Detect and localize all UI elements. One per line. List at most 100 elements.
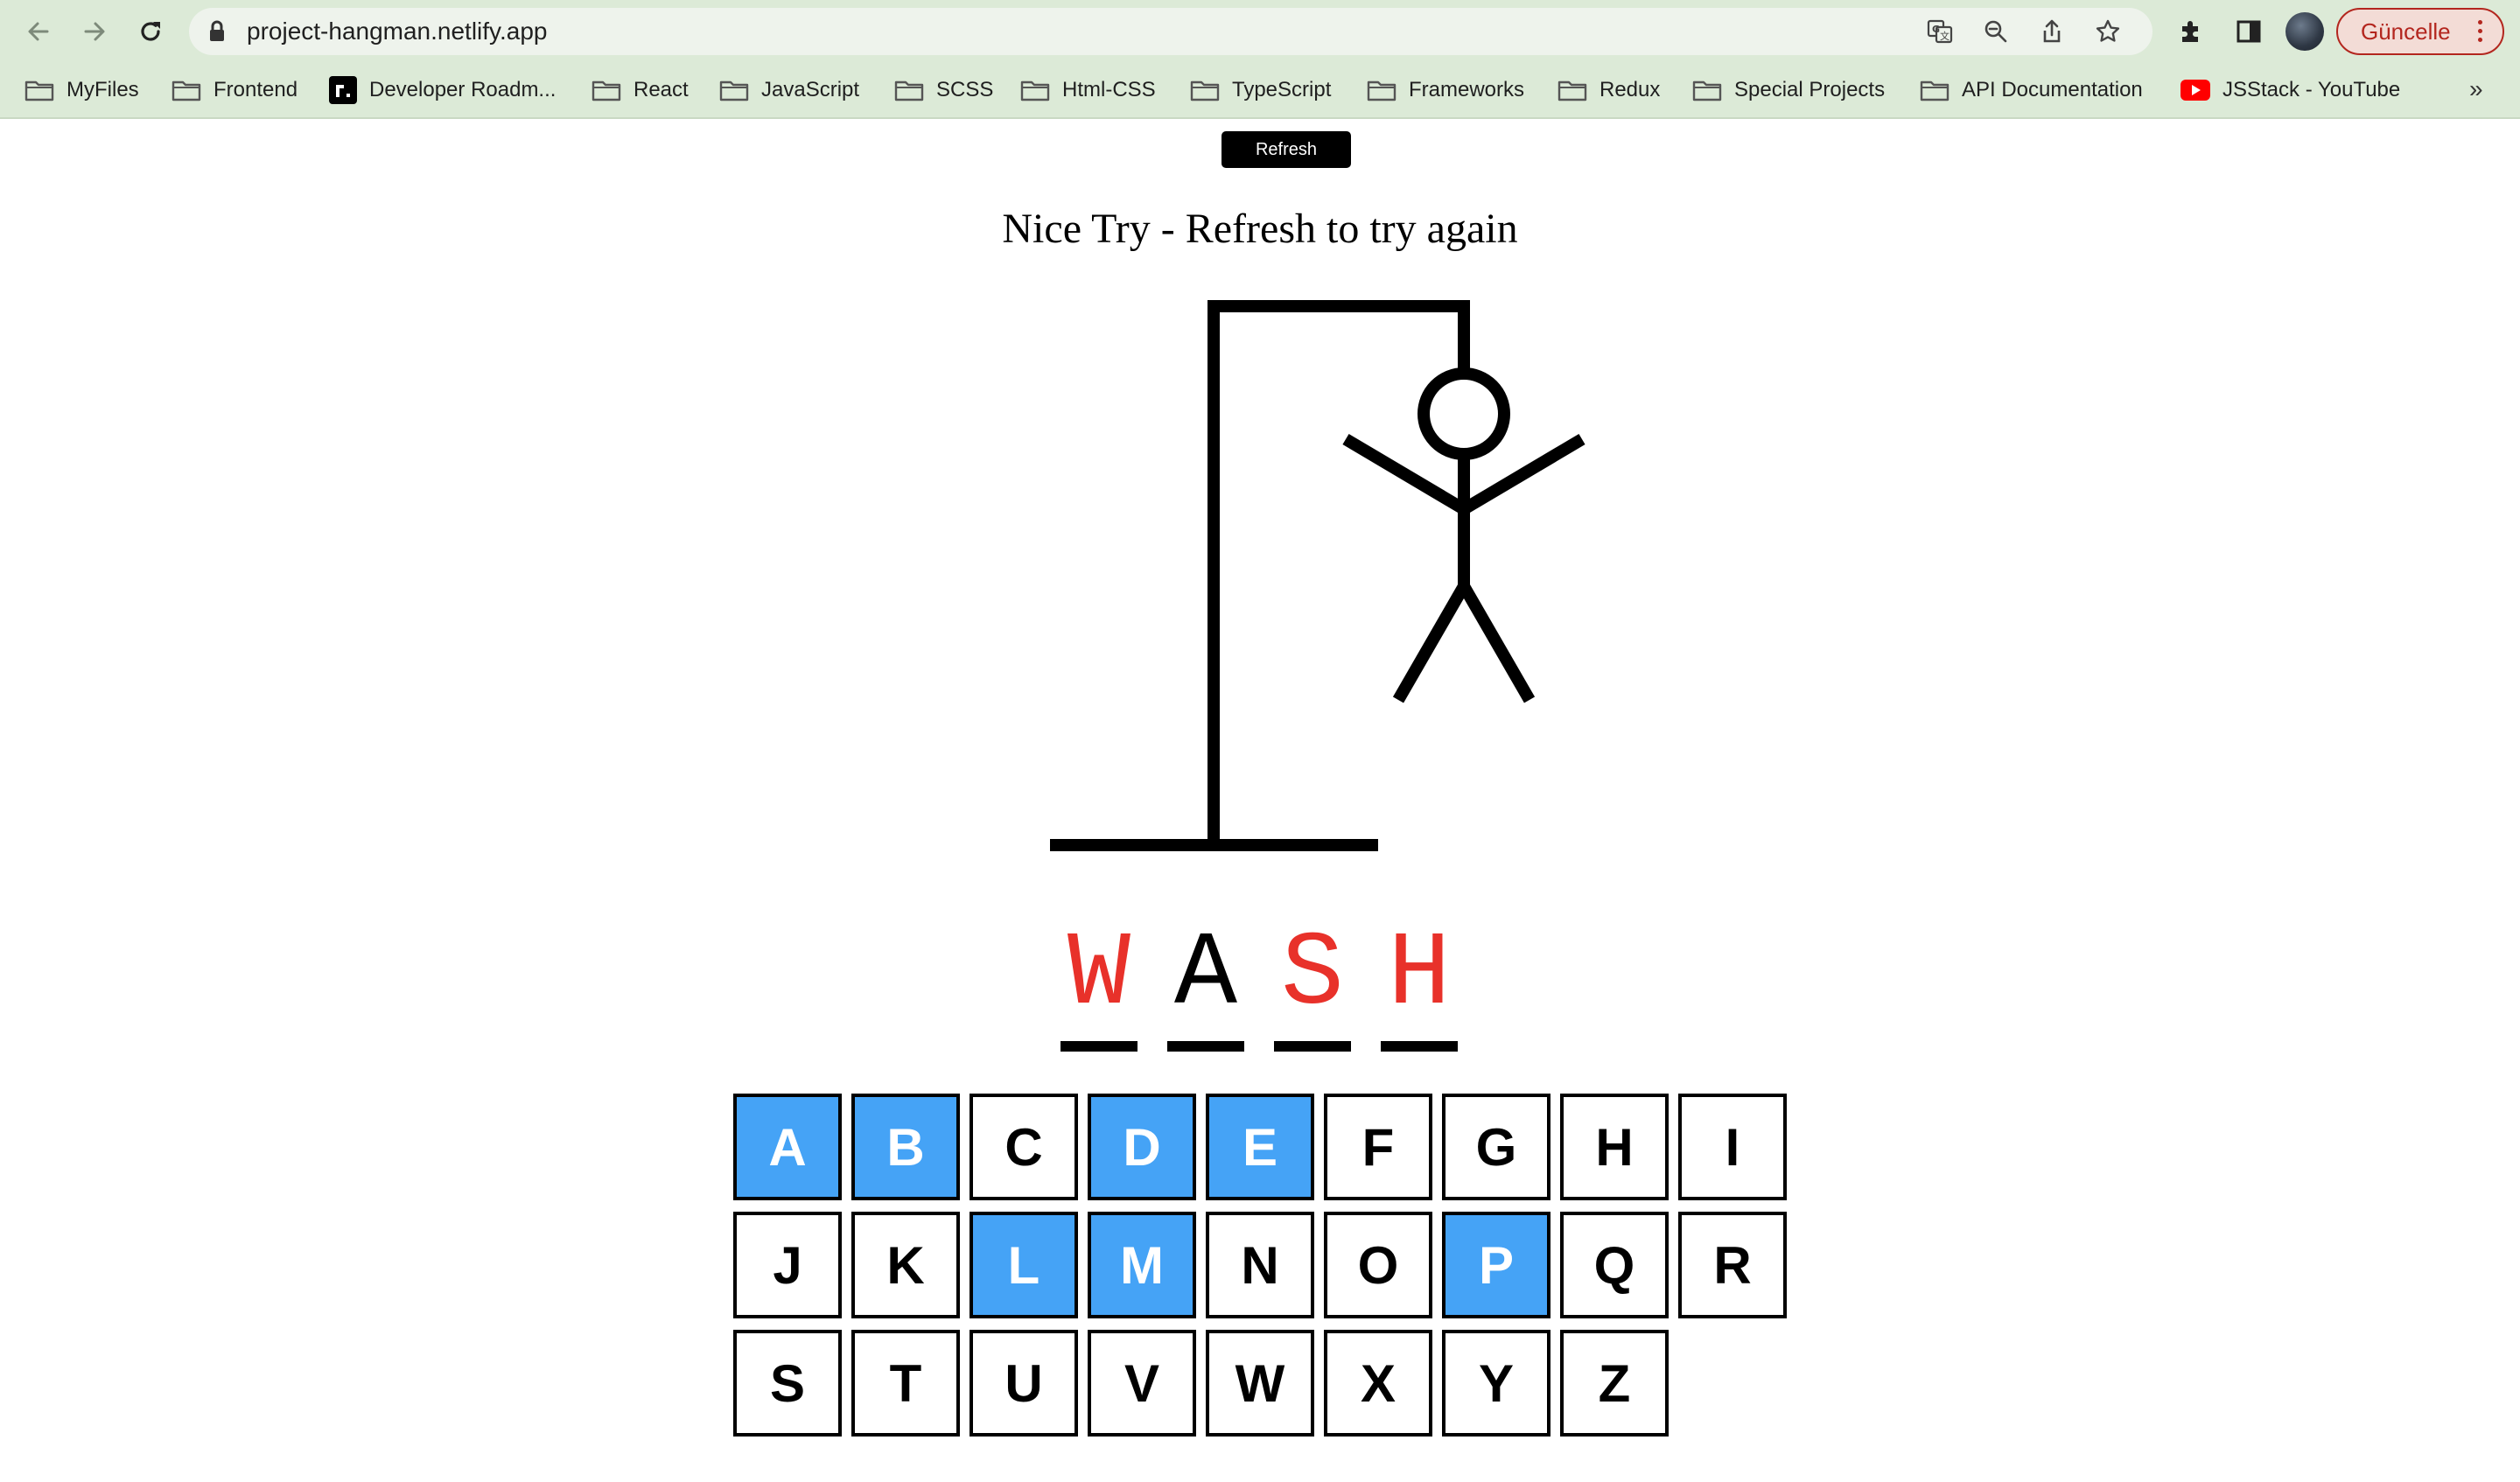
letter-key-m[interactable]: M [1088,1212,1196,1318]
letter-key-s[interactable]: S [733,1330,842,1437]
hangman-left-leg [1392,583,1470,703]
letter-key-l[interactable]: L [970,1212,1078,1318]
kebab-menu-icon [2478,20,2483,46]
bookmark-item[interactable]: API Documentation [1920,63,2143,117]
bookmarks-overflow-button[interactable]: » [2469,75,2483,103]
reload-button[interactable] [131,12,170,51]
folder-icon [1190,78,1220,102]
folder-icon [894,78,924,102]
folder-icon [719,78,749,102]
letter-key-c[interactable]: C [970,1094,1078,1200]
bookmark-item[interactable]: Html-CSS [1020,63,1156,117]
share-icon[interactable] [2039,18,2065,45]
folder-icon [1558,78,1587,102]
folder-icon [1020,78,1050,102]
lock-icon [210,20,224,41]
bookmark-item[interactable]: Redux [1558,63,1660,117]
bookmark-item[interactable]: Frontend [172,63,298,117]
letter-key-v[interactable]: V [1088,1330,1196,1437]
word-display: WASH [1050,910,1470,1059]
folder-icon [592,78,621,102]
letter-underline [1381,1041,1458,1052]
forward-arrow-icon [84,22,105,41]
hangman-head [1418,367,1510,460]
bookmark-label: API Documentation [1962,78,2143,101]
letter-underline [1274,1041,1351,1052]
bookmark-item[interactable]: Frameworks [1367,63,1524,117]
bookmark-star-icon[interactable] [2095,18,2121,45]
update-button[interactable]: Güncelle [2336,8,2504,55]
youtube-icon [2180,80,2210,101]
folder-icon [172,78,201,102]
bookmark-item[interactable]: SCSS [894,63,993,117]
bookmark-item[interactable]: MyFiles [24,63,139,117]
bookmark-label: Frameworks [1409,78,1525,101]
letter-key-g[interactable]: G [1442,1094,1550,1200]
word-letter-slot: A [1167,910,1244,1059]
word-letter-slot: H [1381,910,1458,1059]
letter-key-e[interactable]: E [1206,1094,1314,1200]
roadmap-logo-icon [329,76,357,104]
back-button[interactable] [19,12,58,51]
letter-key-u[interactable]: U [970,1330,1078,1437]
reload-icon [141,22,160,41]
refresh-button[interactable]: Refresh [1222,131,1351,168]
translate-icon[interactable]: G文 [1927,18,1953,45]
bookmark-label: JavaScript [761,78,860,101]
bookmark-label: MyFiles [66,78,139,101]
letter-key-q[interactable]: Q [1560,1212,1669,1318]
bookmark-item[interactable]: TypeScript [1190,63,1331,117]
profile-avatar[interactable] [2286,12,2324,51]
letter-key-d[interactable]: D [1088,1094,1196,1200]
bookmark-label: Html-CSS [1062,78,1156,101]
bookmark-label: JSStack - YouTube [2222,78,2401,101]
bookmark-item[interactable]: JSStack - YouTube [2180,63,2400,117]
bookmarks-bar: MyFiles Frontend Developer Roadm... React Ja… [0,63,2520,119]
bookmark-item[interactable]: Special Projects [1692,63,1885,117]
letter-key-n[interactable]: N [1206,1212,1314,1318]
word-letter: A [1173,916,1237,1035]
letter-key-a[interactable]: A [733,1094,842,1200]
letter-key-p[interactable]: P [1442,1212,1550,1318]
address-bar[interactable]: project-hangman.netlify.app G文 [189,8,2152,55]
bookmark-item[interactable]: Developer Roadm... [329,63,556,117]
side-panel-icon[interactable] [2231,14,2266,49]
word-letter-slot: S [1274,910,1351,1059]
extensions-icon[interactable] [2174,14,2208,49]
bookmark-label: Special Projects [1734,78,1886,101]
zoom-icon[interactable] [1983,18,2009,45]
letter-key-w[interactable]: W [1206,1330,1314,1437]
bookmark-label: SCSS [936,78,994,101]
bookmark-item[interactable]: React [592,63,689,117]
url-text: project-hangman.netlify.app [247,17,548,45]
svg-text:文: 文 [1940,30,1950,42]
letter-key-r[interactable]: R [1678,1212,1787,1318]
browser-toolbar: project-hangman.netlify.app G文 Güncelle [0,0,2520,63]
folder-icon [1367,78,1396,102]
letter-key-j[interactable]: J [733,1212,842,1318]
letter-key-x[interactable]: X [1324,1330,1432,1437]
word-letter: W [1067,916,1130,1035]
letter-key-h[interactable]: H [1560,1094,1669,1200]
bookmark-label: Frontend [214,78,298,101]
back-arrow-icon [28,22,49,41]
letter-key-b[interactable]: B [851,1094,960,1200]
letter-key-y[interactable]: Y [1442,1330,1550,1437]
letter-key-o[interactable]: O [1324,1212,1432,1318]
update-label: Güncelle [2361,18,2451,45]
letter-key-k[interactable]: K [851,1212,960,1318]
letter-key-i[interactable]: I [1678,1094,1787,1200]
folder-icon [24,78,54,102]
letter-key-f[interactable]: F [1324,1094,1432,1200]
bookmark-label: Redux [1600,78,1661,101]
letter-underline [1060,1041,1138,1052]
svg-text:G: G [1932,24,1940,35]
letter-key-t[interactable]: T [851,1330,960,1437]
bookmark-item[interactable]: JavaScript [719,63,859,117]
forward-button[interactable] [75,12,114,51]
word-letter: S [1280,916,1344,1035]
bookmark-label: Developer Roadm... [369,78,556,101]
folder-icon [1692,78,1722,102]
letter-key-z[interactable]: Z [1560,1330,1669,1437]
folder-icon [1920,78,1950,102]
